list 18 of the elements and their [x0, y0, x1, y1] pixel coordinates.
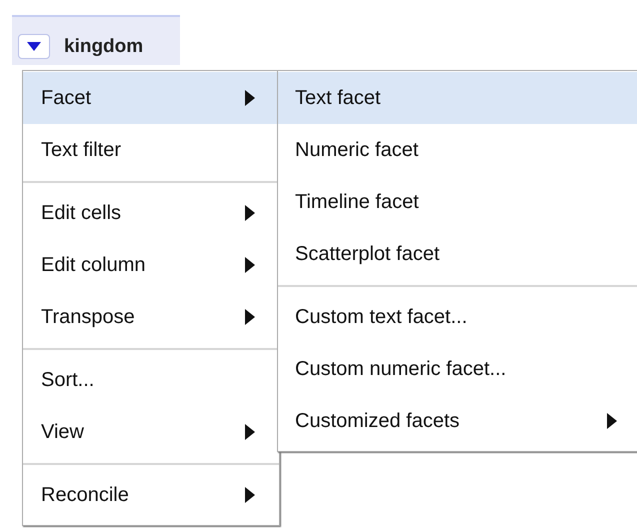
dropdown-button[interactable]: [18, 34, 50, 59]
menu-item[interactable]: Text facet: [278, 72, 637, 124]
menu-item[interactable]: Edit cells: [23, 187, 279, 239]
menu-item[interactable]: View: [23, 406, 279, 458]
menu-item[interactable]: Facet: [23, 72, 279, 124]
menu-item[interactable]: Edit column: [23, 239, 279, 291]
column-name: kingdom: [64, 35, 144, 59]
menu-item[interactable]: Customized facets: [278, 395, 637, 447]
menu-item[interactable]: Timeline facet: [278, 176, 637, 228]
menu-item[interactable]: Sort...: [23, 354, 279, 406]
menu-item[interactable]: Scatterplot facet: [278, 228, 637, 280]
menu-item[interactable]: Numeric facet: [278, 124, 637, 176]
menu-item[interactable]: Transpose: [23, 291, 279, 343]
menu-item[interactable]: Custom numeric facet...: [278, 343, 637, 395]
menu-item[interactable]: Text filter: [23, 124, 279, 176]
caret-icon: [27, 42, 41, 51]
menu-item[interactable]: Reconcile: [23, 469, 279, 521]
menu-item[interactable]: Custom text facet...: [278, 291, 637, 343]
